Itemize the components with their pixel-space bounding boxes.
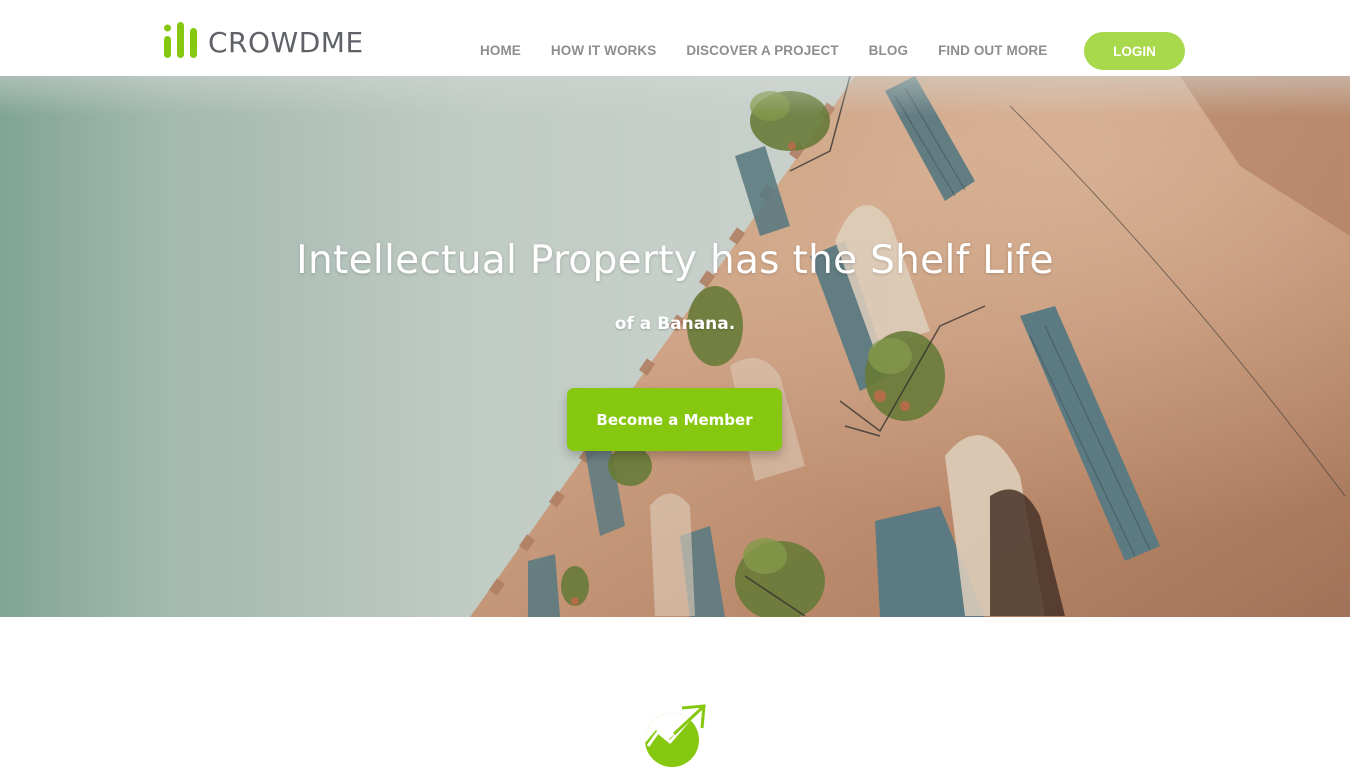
logo-link[interactable]: CROWDME [164,20,364,60]
hero-banner: Intellectual Property has the Shelf Life… [0,76,1350,617]
hero-overlay [0,76,1350,617]
become-member-button[interactable]: Become a Member [567,388,782,451]
bar-chart-logo-icon [164,22,200,58]
hero-title: Intellectual Property has the Shelf Life [296,238,1054,283]
hero-subtitle: of a Banana. [614,314,736,334]
nav-item-discover-a-project[interactable]: DISCOVER A PROJECT [671,40,853,62]
growth-arrow-icon [644,704,708,768]
nav-item-blog[interactable]: BLOG [854,40,923,62]
main-nav: HOME HOW IT WORKS DISCOVER A PROJECT BLO… [465,40,1062,62]
nav-item-home[interactable]: HOME [465,40,536,62]
nav-item-how-it-works[interactable]: HOW IT WORKS [536,40,671,62]
site-header: CROWDME HOME HOW IT WORKS DISCOVER A PRO… [0,0,1350,76]
nav-item-find-out-more[interactable]: FIND OUT MORE [923,40,1062,62]
login-button[interactable]: LOGIN [1084,32,1185,70]
brand-name: CROWDME [208,26,364,59]
